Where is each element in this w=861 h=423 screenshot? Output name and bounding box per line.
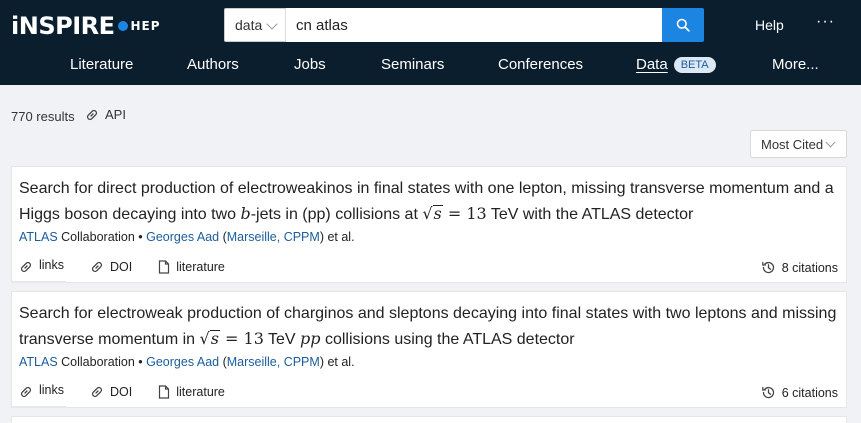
logo-text: iNSPIRE [11,12,115,40]
literature-label: literature [176,385,225,399]
affil-suffix: ) et al. [319,230,355,244]
nav-data[interactable]: Data BETA [636,56,716,73]
link-icon [21,387,31,397]
title-text: collisions using the ATLAS detector [320,330,575,348]
title-text: TeV with the ATLAS detector [486,205,694,223]
links-button[interactable]: links [19,383,65,399]
file-icon [159,385,170,399]
sort-select[interactable]: Most Cited [750,130,847,158]
search-input[interactable]: cn atlas [286,8,662,42]
affil-suffix: ) et al. [319,355,355,369]
affil-paren: ( [219,355,227,369]
search-scope-select[interactable]: data [224,8,286,42]
collaboration-link[interactable]: ATLAS [19,230,58,244]
literature-button[interactable]: literature [158,385,225,399]
title-math: pp [300,328,321,348]
literature-button[interactable]: literature [158,260,225,274]
record-title[interactable]: Search for electroweak production of cha… [19,302,839,352]
doi-label: DOI [110,260,133,274]
link-icon [92,387,103,397]
title-math-eq: = 13 [219,328,264,348]
nav-seminars[interactable]: Seminars [381,56,444,73]
nav-conferences[interactable]: Conferences [498,56,583,73]
file-icon [159,260,170,274]
title-math: √s = 13 [422,203,487,223]
doi-button[interactable]: DOI [90,385,132,399]
collab-text: Collaboration • [57,230,147,244]
results-count: 770 results [11,109,75,124]
title-math-eq: = 13 [442,203,487,223]
nav-data-label: Data [636,56,668,73]
search-icon [676,18,690,32]
title-math-var: s [432,203,443,223]
more-menu-icon[interactable]: ··· [816,13,835,31]
links-underline [12,406,66,408]
collab-text: Collaboration • [57,355,147,369]
main-nav: Literature Authors Jobs Seminars Confere… [0,56,861,76]
title-math: √s = 13 [199,328,264,348]
chevron-down-icon [266,18,278,30]
sort-value: Most Cited [761,136,824,152]
link-icon [87,109,97,120]
search-scope-value: data [235,17,263,33]
link-icon [92,262,103,272]
citations-count: 6 citations [781,385,838,400]
logo-dot-icon [117,21,128,31]
api-link[interactable]: API [85,107,126,122]
citations-count: 8 citations [781,260,838,275]
affiliation-link[interactable]: Marseille, CPPM [227,230,320,244]
nav-more[interactable]: More... [772,56,819,73]
author-link[interactable]: Georges Aad [146,230,219,244]
collaboration-link[interactable]: ATLAS [19,355,58,369]
beta-badge: BETA [673,57,716,73]
affil-paren: ( [219,230,227,244]
citations-link[interactable]: 6 citations [761,385,838,400]
record-actions: links DOI literature [19,383,251,399]
doi-label: DOI [110,385,133,399]
title-text: TeV [263,330,301,348]
author-line: ATLAS Collaboration • Georges Aad (Marse… [19,230,355,244]
doi-button[interactable]: DOI [90,260,132,274]
links-underline [12,281,66,283]
title-math: b [240,203,251,223]
links-button[interactable]: links [19,258,65,274]
result-card [11,416,847,423]
result-card: Search for direct production of electrow… [11,166,847,283]
chevron-down-icon [825,137,836,148]
api-label: API [105,107,126,122]
search-button[interactable] [662,8,704,42]
links-label: links [39,258,65,272]
nav-literature[interactable]: Literature [70,56,133,73]
record-actions: links DOI literature [19,258,251,274]
nav-jobs[interactable]: Jobs [294,56,326,73]
history-icon [761,386,774,399]
author-line: ATLAS Collaboration • Georges Aad (Marse… [19,355,355,369]
affiliation-link[interactable]: Marseille, CPPM [227,355,320,369]
title-math-var: s [209,328,220,348]
nav-authors[interactable]: Authors [187,56,239,73]
author-link[interactable]: Georges Aad [146,355,219,369]
help-link[interactable]: Help [755,17,784,33]
citations-link[interactable]: 8 citations [761,260,838,275]
links-label: links [39,383,65,397]
history-icon [761,261,774,274]
search-query: cn atlas [296,16,348,34]
result-card: Search for electroweak production of cha… [11,291,847,408]
link-icon [21,262,31,272]
title-text: -jets in (pp) collisions at [250,205,423,223]
top-header: iNSPIRE HEP data cn atlas Help ··· Liter… [0,0,861,85]
inspire-hep-logo[interactable]: iNSPIRE HEP [11,12,161,40]
record-title[interactable]: Search for direct production of electrow… [19,177,839,227]
logo-suffix: HEP [130,19,161,33]
literature-label: literature [176,260,225,274]
